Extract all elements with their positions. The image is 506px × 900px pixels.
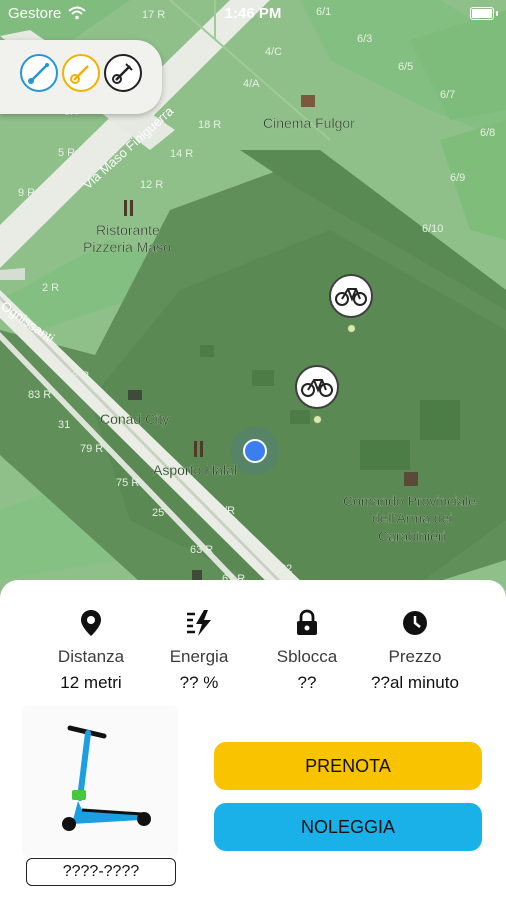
unlock-label: Sblocca <box>276 647 338 666</box>
lightning-icon <box>187 610 211 636</box>
svg-text:83 R: 83 R <box>28 389 51 401</box>
bicycle-icon <box>335 288 367 306</box>
svg-text:12 R: 12 R <box>140 179 163 191</box>
book-button[interactable]: PRENOTA <box>214 742 482 790</box>
svg-text:4/C: 4/C <box>265 46 282 58</box>
svg-text:31: 31 <box>58 419 70 431</box>
vehicle-type-switcher <box>0 40 162 114</box>
distance-label: Distanza <box>57 647 125 666</box>
price-value: ??al minuto <box>371 673 459 692</box>
svg-text:79 R: 79 R <box>80 443 103 455</box>
svg-text:25: 25 <box>152 507 164 519</box>
svg-text:6/8: 6/8 <box>480 127 495 139</box>
rent-button[interactable]: NOLEGGIA <box>214 803 482 851</box>
user-location-marker <box>231 427 279 475</box>
bike-pin[interactable] <box>329 274 373 318</box>
svg-text:6/7: 6/7 <box>440 89 455 101</box>
svg-text:75 R: 75 R <box>116 477 139 489</box>
vehicle-info-panel: Distanza 12 metri Energia ?? % Sblocca ?… <box>0 580 506 900</box>
clock-icon <box>403 611 427 635</box>
svg-text:Asporto Halal: Asporto Halal <box>153 462 237 478</box>
stat-price: Prezzo ??al minuto <box>355 608 475 693</box>
stat-distance: Distanza 12 metri <box>31 608 151 693</box>
scooter-filter-icon[interactable] <box>20 54 58 92</box>
svg-text:Carabinieri: Carabinieri <box>378 528 446 544</box>
svg-text:6/9: 6/9 <box>450 172 465 184</box>
bike-pin[interactable] <box>295 365 339 409</box>
stat-energy: Energia ?? % <box>139 608 259 693</box>
energy-label: Energia <box>169 647 229 666</box>
svg-text:Cinema Fulgor: Cinema Fulgor <box>263 115 355 131</box>
vehicle-code: ????-???? <box>26 858 176 886</box>
energy-value: ?? % <box>179 673 219 692</box>
svg-text:9 R: 9 R <box>18 187 35 199</box>
svg-text:62: 62 <box>280 563 292 575</box>
location-pin-icon <box>81 610 101 636</box>
svg-text:dell'Arma dei: dell'Arma dei <box>372 510 453 526</box>
clock: 1:46 PM <box>224 5 282 22</box>
svg-text:5 R: 5 R <box>58 147 75 159</box>
kick-scooter-image <box>62 725 151 831</box>
vehicle-image <box>22 706 178 856</box>
bicycle-icon <box>301 379 333 397</box>
svg-text:2 R: 2 R <box>42 282 59 294</box>
svg-text:Comando Provinciale: Comando Provinciale <box>343 493 476 509</box>
svg-text:Ristorante: Ristorante <box>96 222 160 238</box>
stat-unlock: Sblocca ?? <box>247 608 367 693</box>
ebike-filter-icon[interactable] <box>62 54 100 92</box>
svg-text:Conad City: Conad City <box>100 411 169 427</box>
distance-value: 12 metri <box>60 673 122 692</box>
moped-filter-icon[interactable] <box>104 54 142 92</box>
svg-text:6/5: 6/5 <box>398 61 413 73</box>
svg-text:18 R: 18 R <box>198 119 221 131</box>
svg-text:4/A: 4/A <box>243 78 260 90</box>
price-label: Prezzo <box>388 647 442 666</box>
svg-text:63 R: 63 R <box>190 544 213 556</box>
battery-icon <box>470 7 494 20</box>
lock-icon <box>297 609 317 635</box>
svg-text:6/10: 6/10 <box>422 223 443 235</box>
svg-text:5/R: 5/R <box>218 505 235 517</box>
svg-text:Pizzeria Maso: Pizzeria Maso <box>83 239 171 255</box>
svg-text:92 R: 92 R <box>66 370 89 382</box>
svg-text:14 R: 14 R <box>170 148 193 160</box>
unlock-value: ?? <box>297 673 317 692</box>
svg-text:6/3: 6/3 <box>357 33 372 45</box>
status-bar: Gestore 1:46 PM <box>0 0 506 26</box>
